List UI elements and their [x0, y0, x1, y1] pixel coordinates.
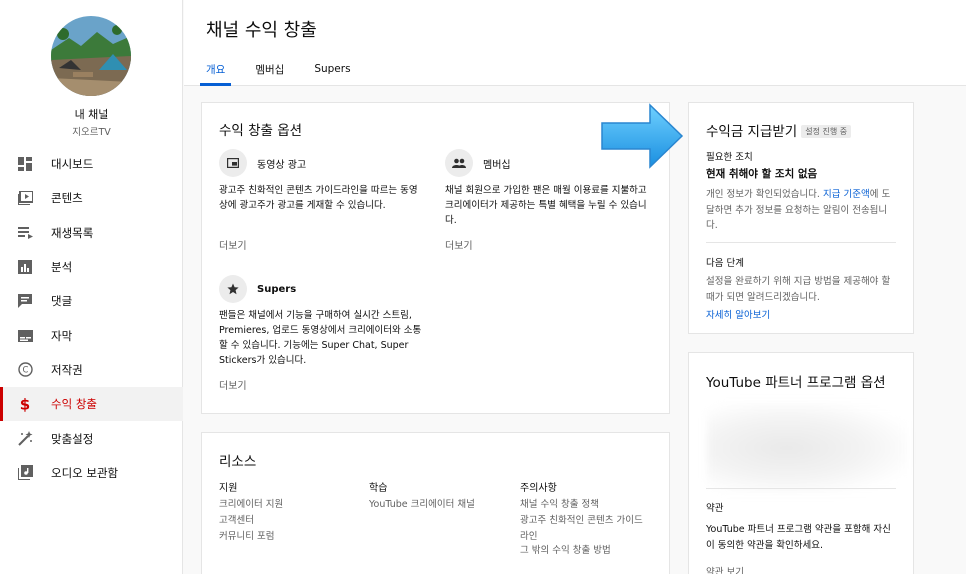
- learn-column-title: 학습: [369, 483, 388, 494]
- card-title: 수익 창출 옵션: [219, 123, 303, 139]
- tab-supers[interactable]: Supers: [314, 52, 350, 86]
- monetization-policy-link[interactable]: 채널 수익 창출 정책: [520, 497, 599, 513]
- tab-membership[interactable]: 멤버십: [255, 52, 284, 86]
- youtube-creators-channel-link[interactable]: YouTube 크리에이터 채널: [369, 497, 475, 513]
- comments-icon: [17, 293, 33, 309]
- supers-more-link[interactable]: 더보기: [219, 377, 247, 392]
- membership-more-link[interactable]: 더보기: [445, 237, 473, 252]
- ypp-options-card: YouTube 파트너 프로그램 옵션 약관 YouTube 파트너 프로그램 …: [688, 352, 914, 574]
- payout-title-row: 수익금 지급받기 설정 진행 중: [706, 120, 852, 140]
- tab-overview[interactable]: 개요: [199, 52, 232, 86]
- sidebar-item-monetization[interactable]: $ 수익 창출: [0, 387, 183, 422]
- payout-title: 수익금 지급받기: [706, 124, 798, 140]
- creator-support-link[interactable]: 크리에이터 지원: [219, 497, 283, 513]
- page-title: 채널 수익 창출: [206, 20, 317, 41]
- audio-library-icon: [17, 465, 33, 481]
- help-center-link[interactable]: 고객센터: [219, 513, 254, 529]
- support-column-title: 지원: [219, 483, 238, 494]
- sidebar-item-label: 대시보드: [51, 157, 94, 172]
- sidebar-item-label: 댓글: [51, 294, 73, 309]
- sidebar-item-comments[interactable]: 댓글: [0, 284, 183, 318]
- sidebar-item-label: 분석: [51, 260, 73, 275]
- video-ads-label: 동영상 광고: [257, 159, 307, 171]
- channel-name: 내 채널: [74, 108, 109, 121]
- membership-header: 멤버십: [445, 149, 511, 177]
- supers-header: Supers: [219, 275, 296, 303]
- blurred-content: [707, 403, 907, 493]
- membership-label: 멤버십: [483, 159, 511, 171]
- sidebar-item-label: 자막: [51, 328, 73, 343]
- dashboard-icon: [17, 156, 33, 172]
- sidebar-item-dashboard[interactable]: 대시보드: [0, 147, 183, 181]
- sidebar-item-playlists[interactable]: 재생목록: [0, 216, 183, 250]
- membership-description: 채널 회원으로 가입한 팬은 매월 이용료를 지불하고 크리에이터가 제공하는 …: [445, 185, 647, 226]
- setup-status-badge: 설정 진행 중: [801, 125, 852, 138]
- notes-column-title: 주의사항: [520, 483, 557, 494]
- next-step-text: 설정을 완료하기 위해 지급 방법을 제공해야 할 때가 되면 알려드리겠습니다…: [706, 276, 891, 303]
- required-action-value: 현재 취해야 할 조치 없음: [706, 168, 818, 180]
- monetization-icon: $: [17, 396, 33, 412]
- svg-text:C: C: [22, 366, 28, 376]
- required-action-label: 필요한 조치: [706, 152, 753, 163]
- divider: [706, 488, 896, 489]
- sidebar: 내 채널 지오르TV 대시보드 콘텐츠 재생목록 분석 댓글 자막 C 저작권 …: [0, 0, 183, 574]
- sidebar-item-content[interactable]: 콘텐츠: [0, 181, 183, 215]
- ypp-title: YouTube 파트너 프로그램 옵션: [706, 375, 886, 391]
- video-ad-icon: [219, 149, 247, 177]
- customization-icon: [17, 431, 33, 447]
- channel-avatar[interactable]: [51, 16, 131, 96]
- content-icon: [17, 190, 33, 206]
- video-ads-more-link[interactable]: 더보기: [219, 237, 247, 252]
- ad-friendly-guidelines-link[interactable]: 광고주 친화적인 콘텐츠 가이드: [520, 513, 643, 529]
- next-step-label: 다음 단계: [706, 258, 744, 269]
- other-ways-to-earn-link[interactable]: 그 밖의 수익 창출 방법: [520, 543, 611, 559]
- resources-card: 리소스 지원 크리에이터 지원 고객센터 커뮤니티 포럼 학습 YouTube …: [201, 432, 670, 574]
- sidebar-item-copyright[interactable]: C 저작권: [0, 353, 183, 387]
- supers-description: 팬들은 채널에서 기능을 구매하여 실시간 스트림, Premieres, 업로…: [219, 310, 422, 366]
- community-forum-link[interactable]: 커뮤니티 포럼: [219, 529, 274, 545]
- video-ads-description: 광고주 친화적인 콘텐츠 가이드라인을 따르는 동영 상에 광고주가 광고를 게…: [219, 185, 418, 211]
- membership-icon: [445, 149, 473, 177]
- analytics-icon: [17, 259, 33, 275]
- divider: [706, 242, 896, 243]
- subtitles-icon: [17, 328, 33, 344]
- sidebar-item-label: 재생목록: [51, 225, 94, 240]
- payout-info-text: 개인 정보가 확인되었습니다. 지급 기준액에 도 달하면 추가 정보를 요청하…: [706, 189, 891, 231]
- arrow-annotation-icon: [600, 103, 684, 173]
- terms-text: YouTube 파트너 프로그램 약관을 포함해 자신 이 동의한 약관을 확인…: [706, 524, 891, 551]
- sidebar-nav: 대시보드 콘텐츠 재생목록 분석 댓글 자막 C 저작권 $ 수익 창출 맞춤설…: [0, 147, 183, 490]
- supers-label: Supers: [257, 283, 297, 295]
- sidebar-item-label: 맞춤설정: [51, 431, 94, 446]
- sidebar-item-label: 오디오 보관함: [51, 465, 119, 480]
- sidebar-item-subtitles[interactable]: 자막: [0, 318, 183, 352]
- star-icon: [219, 275, 247, 303]
- svg-text:$: $: [20, 396, 30, 412]
- payment-threshold-link[interactable]: 지급 기준액: [823, 189, 870, 200]
- channel-handle: 지오르TV: [72, 127, 111, 138]
- sidebar-item-label: 콘텐츠: [51, 191, 83, 206]
- terms-label: 약관: [706, 503, 724, 514]
- sidebar-item-label: 수익 창출: [51, 397, 97, 412]
- payout-card: 수익금 지급받기 설정 진행 중 필요한 조치 현재 취해야 할 조치 없음 개인…: [688, 102, 914, 334]
- copyright-icon: C: [17, 362, 33, 378]
- sidebar-item-analytics[interactable]: 분석: [0, 250, 183, 284]
- tab-bar: 개요 멤버십 Supers: [199, 52, 381, 86]
- sidebar-item-audio-library[interactable]: 오디오 보관함: [0, 456, 183, 490]
- learn-more-link[interactable]: 자세히 알아보기: [706, 308, 770, 324]
- video-ads-header: 동영상 광고: [219, 149, 306, 177]
- sidebar-item-customization[interactable]: 맞춤설정: [0, 421, 183, 455]
- card-title: 리소스: [219, 454, 257, 470]
- sidebar-item-label: 저작권: [51, 362, 83, 377]
- playlist-icon: [17, 225, 33, 241]
- view-terms-link[interactable]: 약관 보기: [706, 565, 744, 574]
- page-header: 채널 수익 창출 개요 멤버십 Supers: [184, 0, 966, 86]
